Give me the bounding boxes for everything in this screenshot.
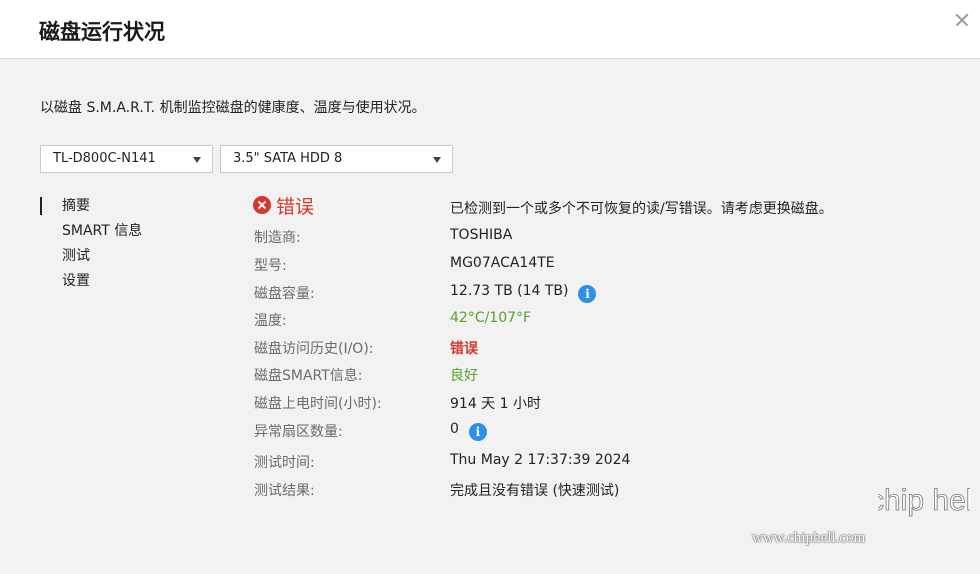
row-smart-info: 磁盘SMART信息: 良好 bbox=[0, 365, 980, 387]
info-icon[interactable]: i bbox=[468, 423, 487, 441]
row-test-time: 测试时间: Thu May 2 17:37:39 2024 bbox=[0, 452, 980, 474]
row-value: 良好 bbox=[450, 368, 478, 384]
watermark-url: www.chiphell.com bbox=[752, 530, 866, 546]
status-message: 已检测到一个或多个不可恢复的读/写错误。请考虑更换磁盘。 bbox=[450, 201, 833, 217]
disk-select-value: 3.5" SATA HDD 8 bbox=[233, 151, 343, 166]
info-icon[interactable]: i bbox=[578, 285, 597, 303]
row-value: MG07ACA14TE bbox=[450, 255, 555, 271]
bad-sectors-value: 0 bbox=[450, 421, 459, 437]
row-label: 磁盘上电时间(小时): bbox=[254, 396, 382, 412]
row-label: 温度: bbox=[254, 313, 287, 329]
capacity-value: 12.73 TB (14 TB) bbox=[450, 283, 569, 299]
row-label: 异常扇区数量: bbox=[254, 424, 343, 440]
row-value: 42°C/107°F bbox=[450, 310, 532, 326]
row-power-on-time: 磁盘上电时间(小时): 914 天 1 小时 bbox=[0, 393, 980, 415]
row-capacity: 磁盘容量: 12.73 TB (14 TB) i bbox=[0, 283, 980, 305]
row-bad-sectors: 异常扇区数量: 0i bbox=[0, 421, 980, 443]
row-value: 错误 bbox=[450, 341, 478, 357]
row-label: 磁盘SMART信息: bbox=[254, 368, 363, 384]
row-value: 914 天 1 小时 bbox=[450, 396, 541, 412]
status-label: 错误 bbox=[276, 196, 315, 218]
disk-select[interactable]: 3.5" SATA HDD 8 bbox=[220, 145, 453, 173]
row-test-result: 测试结果: 完成且没有错误 (快速测试) bbox=[0, 480, 980, 502]
device-select-value: TL-D800C-N141 bbox=[53, 151, 156, 166]
row-io-history: 磁盘访问历史(I/O): 错误 bbox=[0, 338, 980, 360]
row-label: 型号: bbox=[254, 258, 287, 274]
logo-text: chip hell bbox=[878, 484, 970, 517]
row-label: 测试结果: bbox=[254, 483, 315, 499]
row-value: Thu May 2 17:37:39 2024 bbox=[450, 452, 631, 468]
close-icon[interactable] bbox=[950, 8, 974, 32]
dialog-title: 磁盘运行状况 bbox=[39, 20, 165, 44]
row-manufacturer: 制造商: TOSHIBA bbox=[0, 227, 980, 249]
device-select[interactable]: TL-D800C-N141 bbox=[40, 145, 213, 173]
row-label: 测试时间: bbox=[254, 455, 315, 471]
chevron-down-icon bbox=[193, 157, 201, 163]
row-value: 完成且没有错误 (快速测试) bbox=[450, 483, 620, 499]
row-model: 型号: MG07ACA14TE bbox=[0, 255, 980, 277]
row-temperature: 温度: 42°C/107°F bbox=[0, 310, 980, 332]
row-value-wrap: 0i bbox=[450, 421, 487, 441]
row-value-wrap: 12.73 TB (14 TB) i bbox=[450, 283, 597, 303]
error-icon bbox=[253, 196, 271, 214]
row-label: 磁盘访问历史(I/O): bbox=[254, 341, 374, 357]
chiphell-logo: chip hell bbox=[878, 484, 970, 518]
dialog-description: 以磁盘 S.M.A.R.T. 机制监控磁盘的健康度、温度与使用状况。 bbox=[40, 100, 426, 116]
dialog-header: 磁盘运行状况 bbox=[0, 0, 980, 59]
row-label: 磁盘容量: bbox=[254, 286, 315, 302]
row-label: 制造商: bbox=[254, 230, 301, 246]
nav-item-summary[interactable]: 摘要 bbox=[40, 196, 142, 221]
row-value: TOSHIBA bbox=[450, 227, 513, 243]
chevron-down-icon bbox=[433, 157, 441, 163]
